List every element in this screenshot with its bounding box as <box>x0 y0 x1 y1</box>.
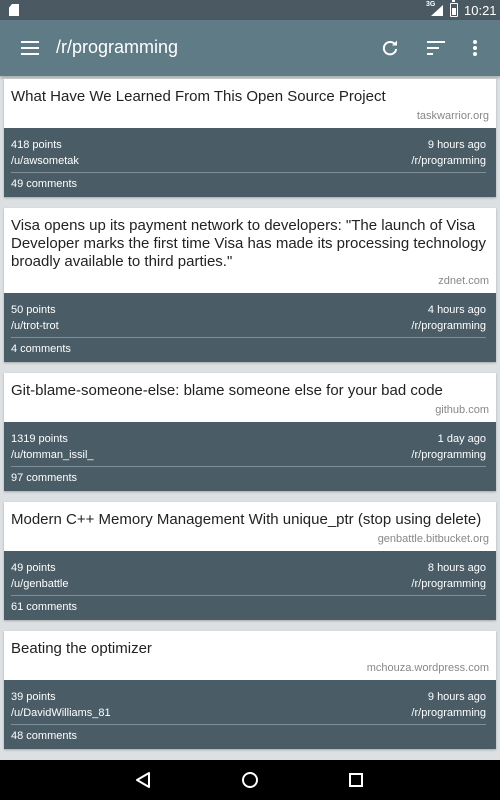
post-card[interactable]: Beating the optimizer mchouza.wordpress.… <box>4 631 496 749</box>
post-points: 49 points <box>11 562 56 574</box>
post-time: 1 day ago <box>437 433 486 445</box>
post-body[interactable]: Modern C++ Memory Management With unique… <box>4 502 496 551</box>
hamburger-icon <box>21 41 39 55</box>
post-title[interactable]: Modern C++ Memory Management With unique… <box>11 511 489 529</box>
overflow-menu-button[interactable] <box>461 34 489 62</box>
app-bar: /r/programming <box>0 20 500 76</box>
post-body[interactable]: Git-blame-someone-else: blame someone el… <box>4 373 496 422</box>
refresh-button[interactable] <box>376 34 404 62</box>
post-author[interactable]: /u/awsometak <box>11 153 79 169</box>
post-subreddit[interactable]: /r/programming <box>411 576 486 592</box>
post-title[interactable]: Git-blame-someone-else: blame someone el… <box>11 382 489 400</box>
post-points: 50 points <box>11 304 56 316</box>
post-time: 9 hours ago <box>427 691 486 703</box>
post-meta: 418 points 9 hours ago /u/awsometak/r/pro… <box>4 128 496 197</box>
post-card[interactable]: Modern C++ Memory Management With unique… <box>4 502 496 620</box>
post-points: 418 points <box>11 139 62 151</box>
post-time: 8 hours ago <box>427 562 486 574</box>
post-comments[interactable]: 48 comments <box>11 724 486 749</box>
post-card[interactable]: Visa opens up its payment network to dev… <box>4 208 496 362</box>
post-meta: 50 points 4 hours ago /u/trot-trot/r/prog… <box>4 293 496 362</box>
post-body[interactable]: Beating the optimizer mchouza.wordpress.… <box>4 631 496 680</box>
post-list: What Have We Learned From This Open Sour… <box>4 79 496 760</box>
post-points: 1319 points <box>11 433 68 445</box>
back-triangle-icon <box>136 772 150 788</box>
post-meta: 39 points 9 hours ago /u/DavidWilliams_81… <box>4 680 496 749</box>
post-domain: zdnet.com <box>438 275 489 287</box>
post-title[interactable]: Visa opens up its payment network to dev… <box>11 217 489 271</box>
status-time: 10:21 <box>464 3 497 18</box>
post-comments[interactable]: 4 comments <box>11 337 486 362</box>
battery-icon <box>450 0 458 17</box>
post-card[interactable]: What Have We Learned From This Open Sour… <box>4 79 496 197</box>
post-author[interactable]: /u/trot-trot <box>11 318 59 334</box>
post-author[interactable]: /u/tomman_issil_ <box>11 447 94 463</box>
post-title[interactable]: What Have We Learned From This Open Sour… <box>11 88 489 106</box>
post-domain: mchouza.wordpress.com <box>366 662 489 674</box>
post-domain: genbattle.bitbucket.org <box>377 533 489 545</box>
refresh-icon <box>382 40 398 56</box>
recents-square-icon <box>349 773 363 787</box>
sort-icon <box>427 41 445 55</box>
post-subreddit[interactable]: /r/programming <box>411 153 486 169</box>
post-subreddit[interactable]: /r/programming <box>411 705 486 721</box>
post-domain: taskwarrior.org <box>416 110 489 122</box>
post-author[interactable]: /u/genbattle <box>11 576 69 592</box>
sort-button[interactable] <box>422 34 450 62</box>
post-time: 9 hours ago <box>427 139 486 151</box>
system-nav-bar <box>0 760 500 800</box>
post-meta: 1319 points 1 day ago /u/tomman_issil_ /r/… <box>4 422 496 491</box>
post-title[interactable]: Beating the optimizer <box>11 640 489 658</box>
menu-button[interactable] <box>14 36 46 60</box>
post-domain: github.com <box>435 404 489 416</box>
home-circle-icon <box>242 772 258 788</box>
status-bar: 3G 10:21 <box>0 0 500 20</box>
post-comments[interactable]: 97 comments <box>11 466 486 491</box>
post-subreddit[interactable]: /r/programming <box>411 318 486 334</box>
post-body[interactable]: What Have We Learned From This Open Sour… <box>4 79 496 128</box>
post-card[interactable]: Git-blame-someone-else: blame someone el… <box>4 373 496 491</box>
post-subreddit[interactable]: /r/programming <box>411 447 486 463</box>
post-comments[interactable]: 49 comments <box>11 172 486 197</box>
network-type: 3G <box>426 1 436 8</box>
recents-button[interactable] <box>344 768 368 792</box>
post-time: 4 hours ago <box>427 304 486 316</box>
back-button[interactable] <box>131 768 155 792</box>
page-title: /r/programming <box>56 37 179 57</box>
home-button[interactable] <box>238 768 262 792</box>
post-meta: 49 points 8 hours ago /u/genbattle/r/prog… <box>4 551 496 620</box>
post-body[interactable]: Visa opens up its payment network to dev… <box>4 208 496 293</box>
sd-card-icon <box>9 4 19 16</box>
post-comments[interactable]: 61 comments <box>11 595 486 620</box>
more-vert-icon <box>473 40 477 56</box>
post-points: 39 points <box>11 691 56 703</box>
post-author[interactable]: /u/DavidWilliams_81 <box>11 705 111 721</box>
